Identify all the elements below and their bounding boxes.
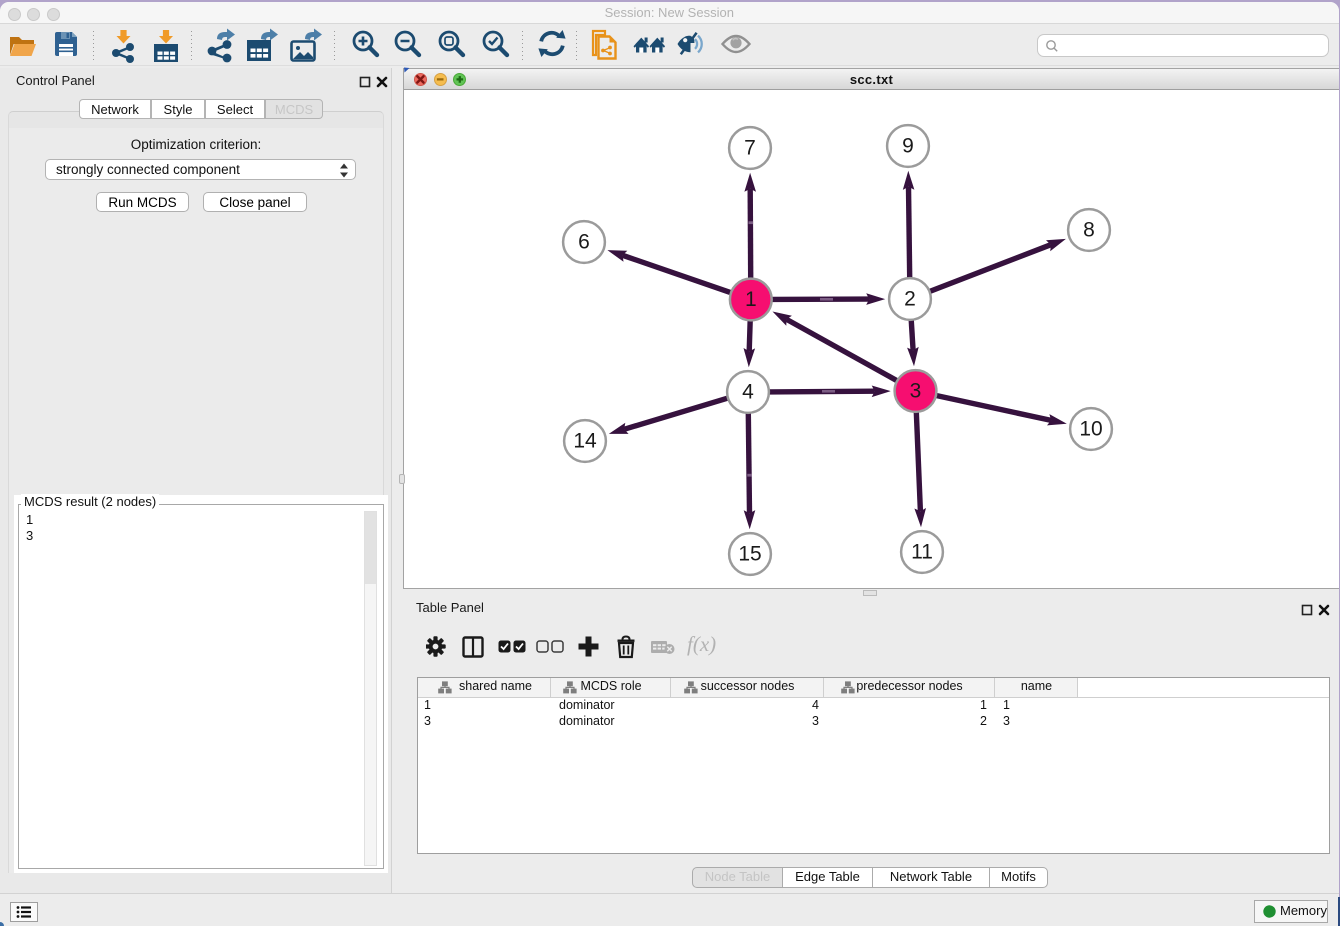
svg-text:15: 15: [738, 543, 761, 566]
svg-text:1: 1: [745, 288, 757, 311]
svg-text:9: 9: [902, 135, 914, 158]
svg-text:14: 14: [573, 430, 597, 453]
svg-text:4: 4: [742, 381, 754, 404]
svg-text:6: 6: [578, 231, 590, 254]
svg-text:8: 8: [1083, 219, 1095, 242]
svg-text:2: 2: [904, 288, 916, 311]
svg-text:10: 10: [1079, 418, 1102, 441]
svg-text:11: 11: [911, 541, 933, 564]
svg-text:7: 7: [744, 137, 756, 160]
svg-text:3: 3: [910, 380, 922, 403]
